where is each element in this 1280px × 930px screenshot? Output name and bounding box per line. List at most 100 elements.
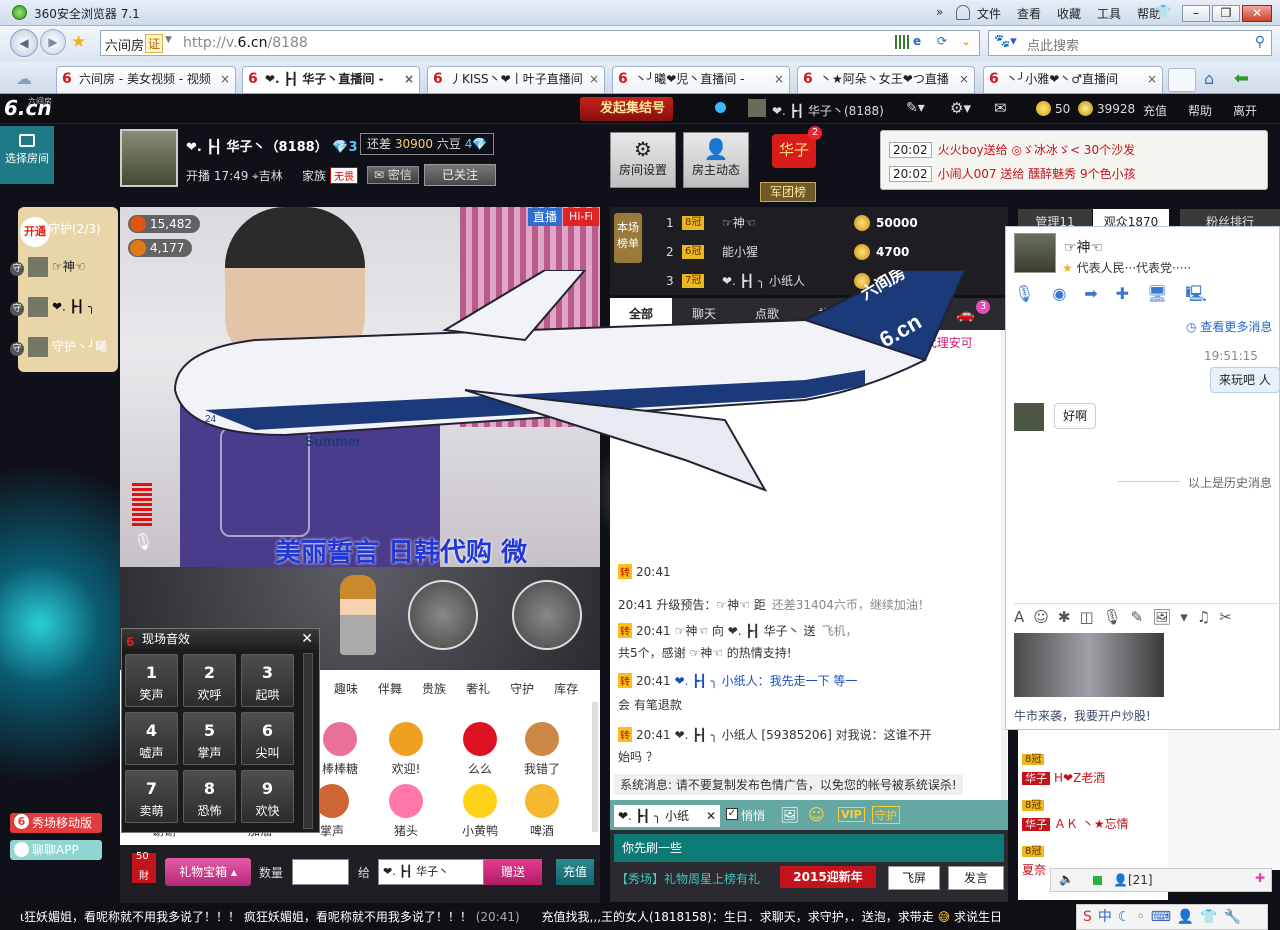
dropdown-icon[interactable]: ⌄ <box>961 34 971 48</box>
edit-icon[interactable]: ✎▾ <box>906 100 925 116</box>
choose-room-button[interactable]: 选择房间 <box>0 126 54 184</box>
address-dropdown-icon[interactable]: ▼ <box>165 35 172 45</box>
sound-scrollbar[interactable] <box>303 653 313 829</box>
new-tab-button[interactable] <box>1168 68 1196 92</box>
followed-button[interactable]: 已关注 <box>424 164 496 186</box>
car-icon[interactable]: 🚗 <box>956 305 975 323</box>
user-icon[interactable] <box>956 5 970 20</box>
browser-tab[interactable]: 6 丶╯小雅❤丶♂直播间 × <box>983 66 1163 93</box>
tab-close-icon[interactable]: × <box>959 67 969 92</box>
gift-tab[interactable]: 伴舞 <box>378 680 402 697</box>
close-window-button[interactable]: ✕ <box>1242 5 1272 22</box>
sound-key[interactable]: 4 嘘声 <box>125 712 178 765</box>
menu-item[interactable]: 收藏 <box>1057 5 1081 22</box>
browser-tab[interactable]: 6 丶╯曦❤児丶直播间 - × <box>612 66 790 93</box>
gift-tab[interactable]: 贵族 <box>422 680 446 697</box>
cert-badge[interactable]: 证 <box>145 34 164 53</box>
gift-box-button[interactable]: 礼物宝箱 ▴ <box>165 858 251 886</box>
emoji-icon[interactable]: ☺ <box>808 805 825 824</box>
search-input[interactable]: 点此搜索 <box>1027 35 1079 54</box>
top-username[interactable]: ❤. ┣┨ 华子丶(8188) <box>772 102 884 119</box>
ranking-row[interactable]: 1 8冠 ☞神☜ 50000 <box>666 211 1006 235</box>
newyear-banner[interactable]: 2015迎新年 <box>780 866 876 888</box>
favorite-star-icon[interactable]: ★ <box>71 32 86 52</box>
menu-item[interactable]: 文件 <box>977 5 1001 22</box>
chat-tab[interactable]: 礼物 <box>799 298 861 330</box>
guard-member[interactable]: 守 守护丶╯曦 <box>10 337 107 357</box>
qty-input[interactable] <box>292 859 349 885</box>
room-settings-button[interactable]: ⚙ 房间设置 <box>610 132 676 188</box>
seat-2[interactable] <box>512 580 582 650</box>
whisper-checkbox[interactable]: ✓ <box>726 808 738 820</box>
send-button[interactable]: 发言 <box>948 866 1004 890</box>
host-avatar[interactable] <box>120 129 178 187</box>
sound-key[interactable]: 9 欢快 <box>241 770 294 823</box>
seat-1[interactable] <box>408 580 478 650</box>
ranking-row[interactable]: 2 6冠 能小猩 4700 <box>666 240 1006 264</box>
sound-close-button[interactable]: ✕ <box>301 629 313 649</box>
gift-item[interactable]: 小黄鸭 <box>450 784 510 839</box>
gift-scrollbar[interactable] <box>592 702 598 832</box>
cloud-icon[interactable]: ☁ <box>16 69 32 88</box>
sound-key[interactable]: 5 掌声 <box>183 712 236 765</box>
browser-tab[interactable]: 6 ❤. ┣┨ 华子丶直播间 - × <box>242 66 420 93</box>
search-box[interactable]: 🐾▾ 点此搜索 ⚲ <box>988 30 1272 56</box>
home-icon[interactable]: ⌂ <box>1204 69 1214 88</box>
audience-row[interactable]: 8冠 华子 ＡＫ 丶★忘情 <box>1022 796 1129 832</box>
forward-button[interactable]: ▶ <box>40 29 66 55</box>
mobile-show-button[interactable]: 6 秀场移动版 <box>10 813 102 833</box>
back-button[interactable]: ◀ <box>10 29 38 57</box>
sound-key[interactable]: 7 卖萌 <box>125 770 178 823</box>
recharge-link[interactable]: 充值 <box>1143 102 1167 119</box>
tab-close-icon[interactable]: × <box>220 67 230 92</box>
mic-icon[interactable]: 🎙 <box>133 532 153 551</box>
sound-key[interactable]: 2 欢呼 <box>183 654 236 707</box>
help-link[interactable]: 帮助 <box>1188 102 1212 119</box>
guard-member[interactable]: 守 ❤. ┣┨ ╮ <box>10 297 95 317</box>
gift-recharge-button[interactable]: 充值 <box>556 859 594 885</box>
chat-target-select[interactable]: ❤. ┣┨ ╮ 小纸 ✕ <box>614 805 720 827</box>
mail-icon[interactable]: ✉ <box>994 99 1007 117</box>
menu-item[interactable]: 查看 <box>1017 5 1041 22</box>
image-icon[interactable]: 🖼 <box>780 806 799 824</box>
gift-item[interactable]: 猪头 <box>376 784 436 839</box>
audience-row[interactable]: 8冠 夏奈 <box>1022 842 1048 878</box>
guard-member[interactable]: 守 ☞神☜ <box>10 257 86 277</box>
host-dynamic-button[interactable]: 👤 房主动态 <box>683 132 749 188</box>
search-icon[interactable]: ⚲ <box>1255 34 1265 50</box>
recipient-select[interactable]: ❤. ┣┨ 华子丶 <box>378 859 484 885</box>
browser-tab[interactable]: 6 丶★阿朵丶女王❤つ直播 × <box>797 66 975 93</box>
ie-mode-icon[interactable]: e <box>913 34 921 48</box>
search-engine-icon[interactable]: 🐾▾ <box>994 34 1017 49</box>
browser-tab[interactable]: 6 丿KISS丶❤丨叶子直播间 × <box>427 66 605 93</box>
menu-item[interactable]: 工具 <box>1097 5 1121 22</box>
gift-item[interactable]: 我错了 <box>512 722 572 777</box>
gift-item[interactable]: 么么 <box>450 722 510 777</box>
army-rank-button[interactable]: 军团榜 <box>760 182 816 202</box>
chat-tab[interactable]: 点歌 <box>736 298 798 330</box>
ime-toolbar[interactable]: S中☾◦⌨👤👕🔧 <box>1076 904 1268 930</box>
chat-footer-link[interactable]: 【秀场】礼物周星上榜有礼 <box>616 870 760 887</box>
refresh-icon[interactable]: ⟳ <box>937 34 947 48</box>
im-avatar[interactable] <box>1014 233 1056 273</box>
flyscreen-button[interactable]: 飞屏 <box>888 866 940 890</box>
chat-app-button[interactable]: 聊聊APP <box>10 840 102 860</box>
shirt-icon[interactable]: 👕 <box>1155 5 1171 20</box>
vip-icon[interactable]: VIP <box>838 807 865 822</box>
gift-item[interactable]: 啤酒 <box>512 784 572 839</box>
speaker-icon[interactable]: 🔈 <box>1059 872 1074 886</box>
tab-close-icon[interactable]: × <box>404 67 414 92</box>
tab-close-icon[interactable]: × <box>774 67 784 92</box>
address-bar[interactable]: 六间房 证 ▼ http://v.6.cn/8188 e ⟳ ⌄ <box>100 30 980 56</box>
gift-item[interactable]: 欢迎! <box>376 722 436 777</box>
maximize-button[interactable]: ❐ <box>1212 5 1240 22</box>
rally-button[interactable]: 发起集结号 <box>580 97 674 121</box>
guard-open-button[interactable]: 开通 <box>20 217 50 247</box>
army-badge[interactable]: 华子 <box>772 134 816 168</box>
chat-input[interactable]: 你先刷一些 <box>614 834 1004 862</box>
sound-key[interactable]: 1 笑声 <box>125 654 178 707</box>
chat-tab[interactable]: 全部 <box>610 298 672 330</box>
im-captured-image[interactable] <box>1014 633 1164 697</box>
im-more-link[interactable]: ◷ 查看更多消息 <box>1186 318 1272 335</box>
back-green-icon[interactable]: ⬅ <box>1234 68 1249 89</box>
